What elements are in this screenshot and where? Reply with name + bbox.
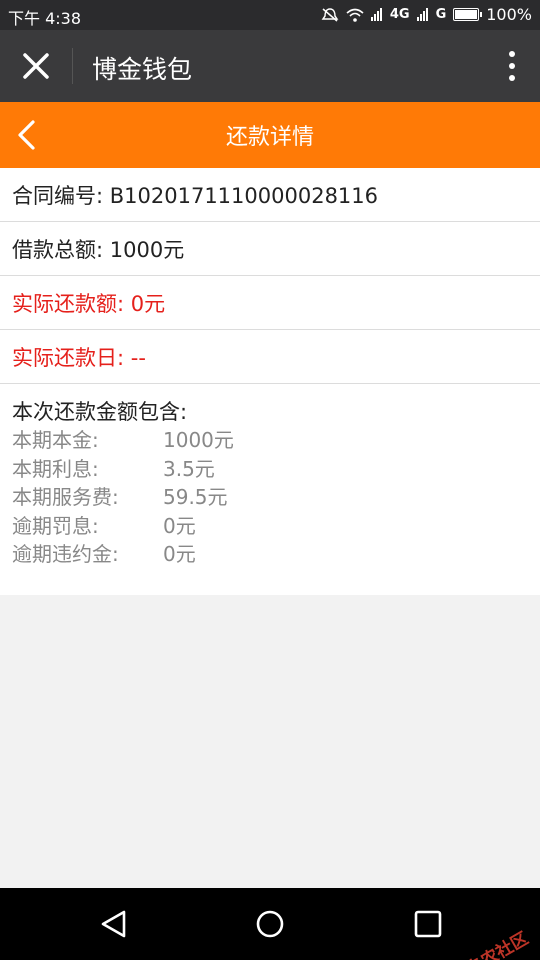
more-vertical-icon[interactable] (508, 50, 516, 82)
signal-icon (416, 8, 428, 21)
interest-value: 3.5元 (163, 456, 215, 481)
home-circle-icon[interactable] (254, 908, 286, 940)
loan-total-row: 借款总额: 1000元 (0, 222, 540, 276)
app-title: 博金钱包 (92, 55, 193, 84)
close-icon[interactable] (18, 48, 54, 84)
app-bar: 博金钱包 (0, 30, 540, 102)
repayment-breakdown: 本次还款金额包含: 本期本金: 1000元 本期利息: 3.5元 本期服务费: … (0, 384, 540, 595)
breakdown-item: 本期本金: 1000元 (12, 426, 528, 455)
app-bar-divider (72, 48, 73, 84)
status-icons: 4G G 100% (321, 5, 532, 24)
overdue-penalty-value: 0元 (163, 542, 196, 566)
actual-repayment-date-row: 实际还款日: -- (0, 330, 540, 384)
principal-label: 本期本金: (12, 428, 99, 452)
breakdown-item: 本期服务费: 59.5元 (12, 483, 528, 512)
system-nav-bar: 卡农社区 (0, 888, 540, 960)
contract-number-row: 合同编号: B1020171110000028116 (0, 168, 540, 222)
watermark-text: 卡农社区 (463, 928, 532, 960)
battery-icon (453, 8, 483, 21)
signal-icon (370, 8, 382, 21)
principal-value: 1000元 (163, 428, 234, 452)
service-fee-label: 本期服务费: (12, 485, 119, 509)
overdue-penalty-label: 逾期违约金: (12, 542, 119, 566)
status-bar: 下午 4:38 4G G 100% (0, 0, 540, 30)
overdue-interest-value: 0元 (163, 513, 196, 538)
breakdown-item: 逾期罚息: 0元 (12, 512, 528, 541)
back-triangle-icon[interactable] (98, 908, 130, 940)
wifi-icon (346, 8, 364, 22)
page-title: 还款详情 (225, 125, 314, 150)
page-header: 还款详情 (0, 102, 540, 168)
interest-label: 本期利息: (12, 456, 99, 481)
overdue-interest-label: 逾期罚息: (12, 513, 99, 538)
repayment-details: 合同编号: B1020171110000028116 借款总额: 1000元 实… (0, 168, 540, 595)
service-fee-value: 59.5元 (163, 485, 228, 509)
battery-percent: 100% (486, 5, 532, 24)
breakdown-heading: 本次还款金额包含: (12, 400, 188, 424)
status-time: 下午 4:38 (8, 9, 82, 28)
recents-square-icon[interactable] (412, 908, 444, 940)
battery-fill (455, 10, 478, 19)
breakdown-item: 本期利息: 3.5元 (12, 455, 528, 484)
actual-repayment-amount-row: 实际还款额: 0元 (0, 276, 540, 330)
breakdown-item: 逾期违约金: 0元 (12, 540, 528, 569)
network-4g-label: 4G (389, 7, 410, 22)
mute-icon (321, 7, 339, 22)
network-g-label: G (435, 7, 447, 22)
